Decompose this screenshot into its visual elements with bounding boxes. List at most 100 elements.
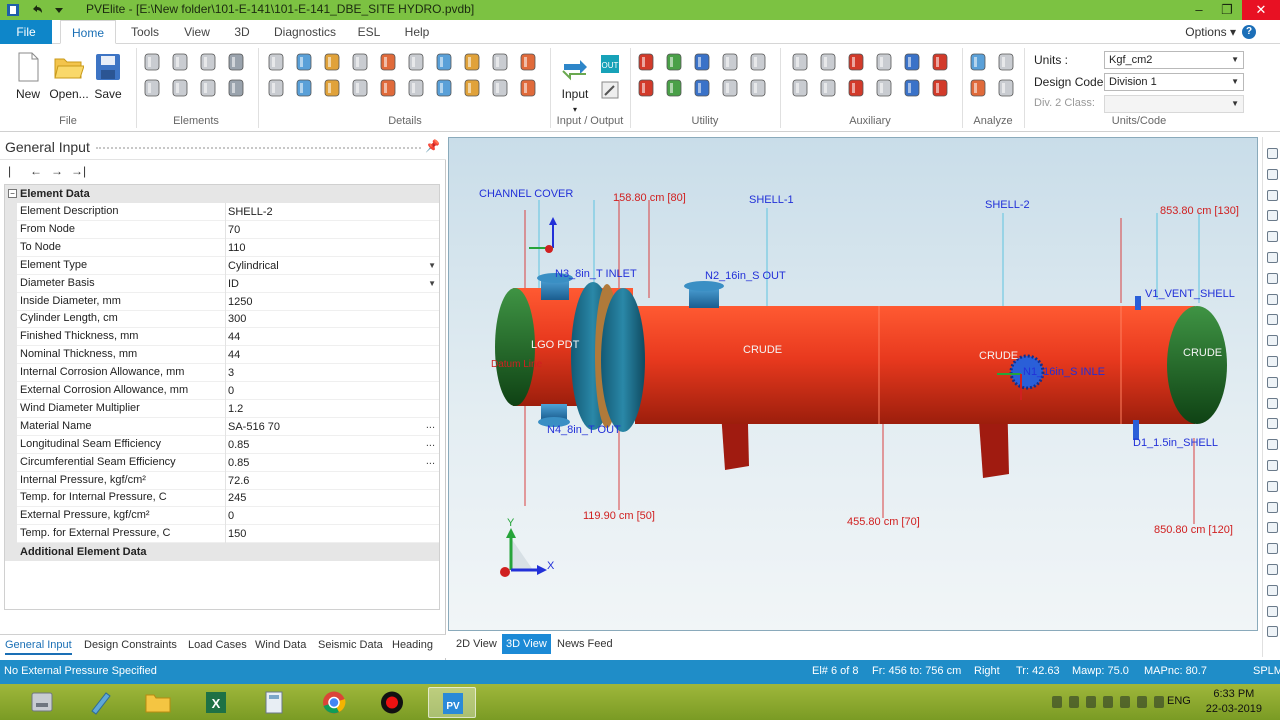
view-tool-icon[interactable] — [1267, 605, 1278, 617]
property-value[interactable]: 150 — [225, 525, 439, 544]
tab-news-feed[interactable]: News Feed — [553, 634, 617, 654]
output-icon[interactable]: OUT — [600, 54, 620, 74]
cone-icon[interactable] — [198, 52, 218, 72]
tab-esl[interactable]: ESL — [352, 20, 386, 44]
view-tool-icon[interactable] — [1267, 231, 1278, 243]
edit-output-icon[interactable] — [600, 80, 620, 100]
tab-general-input[interactable]: General Input — [5, 639, 72, 655]
view-tool-icon[interactable] — [1267, 501, 1278, 513]
view-tool-icon[interactable] — [1267, 356, 1278, 367]
ellipsis-button[interactable]: ... — [426, 434, 435, 452]
aux-tool-7-icon[interactable] — [790, 78, 810, 98]
tab-heading[interactable]: Heading — [392, 639, 433, 651]
property-row[interactable]: Circumferential Seam Efficiency 0.85... — [5, 453, 439, 472]
property-value[interactable]: 3 — [225, 364, 439, 383]
saddle-icon[interactable] — [322, 78, 342, 98]
torispherical-head-icon[interactable] — [170, 78, 190, 98]
nozzle-icon[interactable] — [294, 52, 314, 72]
stiffening-ring-icon[interactable] — [266, 52, 286, 72]
property-value[interactable]: 110 — [225, 238, 439, 257]
property-row[interactable]: Internal Pressure, kgf/cm² 72.6 — [5, 471, 439, 490]
view-tool-icon[interactable] — [1267, 335, 1278, 347]
3d-viewport[interactable]: CHANNEL COVER 158.80 cm [80] SHELL-1 SHE… — [448, 137, 1258, 631]
view-tool-icon[interactable] — [1267, 376, 1278, 388]
taskbar-app-excel-icon[interactable]: X — [192, 687, 240, 718]
taskbar-app-notepad-icon[interactable] — [76, 687, 124, 718]
aux-tool-4-icon[interactable] — [874, 52, 894, 72]
view-tool-icon[interactable] — [1267, 439, 1278, 451]
property-row[interactable]: Internal Corrosion Allowance, mm 3 — [5, 364, 439, 383]
options-menu[interactable]: Options ▾ — [1185, 20, 1236, 44]
input-button[interactable]: Input ▾ — [558, 87, 592, 115]
property-value[interactable]: 300 — [225, 310, 439, 329]
link-icon[interactable] — [748, 52, 768, 72]
previous-element-button[interactable]: ← — [30, 164, 42, 178]
property-row[interactable]: Diameter Basis ID ▼ — [5, 274, 439, 293]
property-row[interactable]: Temp. for Internal Pressure, C 245 — [5, 489, 439, 508]
property-value[interactable]: 70 — [225, 220, 439, 239]
utility-tool-6-icon[interactable] — [636, 78, 656, 98]
view-tool-icon[interactable] — [1267, 293, 1278, 305]
view-tool-icon[interactable] — [1267, 314, 1278, 326]
clip-icon[interactable] — [434, 78, 454, 98]
skirt-icon[interactable] — [142, 78, 162, 98]
property-row[interactable]: Finished Thickness, mm 44 — [5, 328, 439, 347]
leg-icon[interactable] — [266, 78, 286, 98]
utility-tool-2-icon[interactable] — [664, 52, 684, 72]
property-row[interactable]: External Pressure, kgf/cm² 0 — [5, 507, 439, 526]
property-value[interactable]: SA-516 70... — [225, 416, 439, 436]
property-value[interactable]: 245 — [225, 489, 439, 508]
property-value[interactable]: 44 — [225, 328, 439, 347]
basering-icon[interactable] — [378, 78, 398, 98]
property-value[interactable]: 1250 — [225, 292, 439, 311]
flag-icon[interactable] — [1137, 696, 1147, 708]
cylinder-icon[interactable] — [142, 52, 162, 72]
taskbar-app-recorder-icon[interactable] — [368, 687, 416, 718]
help-icon[interactable]: ? — [1242, 25, 1256, 39]
view-tool-icon[interactable] — [1267, 189, 1278, 201]
property-row[interactable]: Longitudinal Seam Efficiency 0.85... — [5, 434, 439, 454]
tab-2d-view[interactable]: 2D View — [452, 634, 501, 654]
property-row[interactable]: Inside Diameter, mm 1250 — [5, 292, 439, 311]
tab-design-constraints[interactable]: Design Constraints — [84, 639, 177, 651]
tab-help[interactable]: Help — [396, 20, 438, 44]
ellipsis-button[interactable]: ... — [426, 416, 435, 434]
aux-tool-1-icon[interactable] — [790, 52, 810, 72]
wifi-icon[interactable] — [1154, 696, 1164, 708]
utility-tool-7-icon[interactable] — [664, 78, 684, 98]
taskbar-app-explorer-icon[interactable] — [134, 687, 182, 718]
aux-tool-6-icon[interactable] — [930, 52, 950, 72]
zoom-icon[interactable] — [720, 52, 740, 72]
tubesheet-icon[interactable] — [490, 78, 510, 98]
collapse-icon[interactable]: − — [8, 189, 17, 198]
tube-icon[interactable] — [406, 78, 426, 98]
view-tool-icon[interactable] — [1267, 543, 1278, 555]
property-row[interactable]: Material Name SA-516 70... — [5, 416, 439, 436]
category-element-data[interactable]: − Element Data — [5, 185, 439, 203]
property-value[interactable]: 0.85... — [225, 434, 439, 454]
network-icon[interactable] — [1086, 696, 1096, 708]
report-icon[interactable] — [968, 78, 988, 98]
volume-icon[interactable] — [1103, 696, 1113, 708]
view-tool-icon[interactable] — [1267, 418, 1278, 430]
close-button[interactable]: ✕ — [1242, 0, 1280, 20]
tab-load-cases[interactable]: Load Cases — [188, 639, 247, 651]
utility-tool-3-icon[interactable] — [692, 52, 712, 72]
view-tool-icon[interactable] — [1267, 626, 1278, 638]
tray-icon[interactable] — [462, 52, 482, 72]
category-additional-element-data[interactable]: Additional Element Data — [5, 543, 439, 561]
aux-tool-8-icon[interactable] — [818, 78, 838, 98]
property-row[interactable]: Nominal Thickness, mm 44 — [5, 346, 439, 365]
aux-tool-5-icon[interactable] — [902, 52, 922, 72]
lining-icon[interactable] — [490, 52, 510, 72]
units-select[interactable]: Kgf_cm2 ▼ — [1104, 51, 1244, 69]
liquid-icon[interactable] — [462, 78, 482, 98]
packing-icon[interactable] — [406, 52, 426, 72]
property-row[interactable]: External Corrosion Allowance, mm 0 — [5, 382, 439, 400]
view-tool-icon[interactable] — [1267, 564, 1278, 575]
property-row[interactable]: Element Type Cylindrical ▼ — [5, 256, 439, 275]
property-row[interactable]: From Node 70 — [5, 220, 439, 239]
tab-home[interactable]: Home — [60, 20, 116, 44]
restore-button[interactable]: ❐ — [1208, 0, 1246, 20]
pdf-icon[interactable] — [846, 78, 866, 98]
